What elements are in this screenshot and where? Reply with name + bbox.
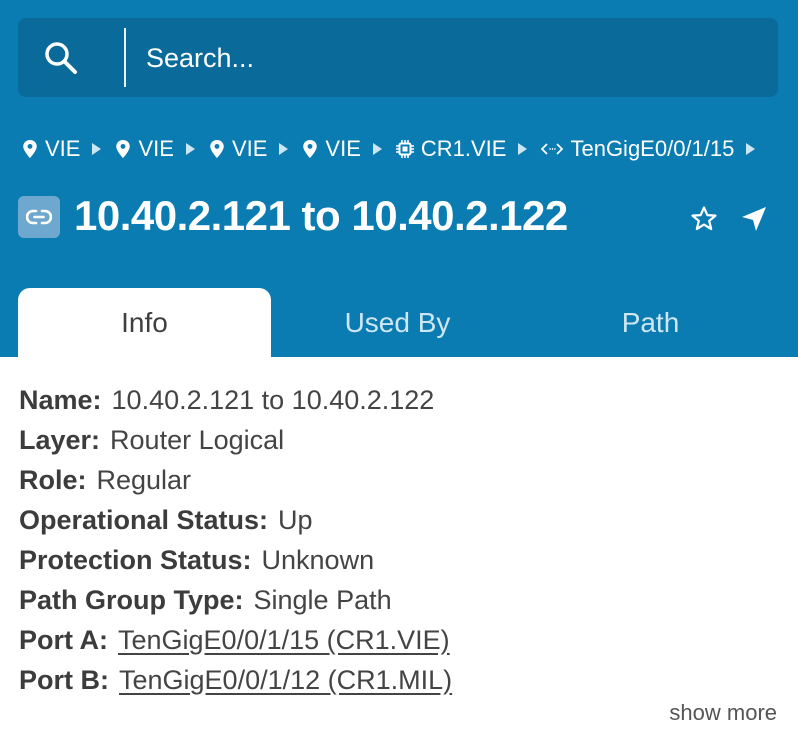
info-row-port-a: Port A: TenGigE0/0/1/15 (CR1.VIE) <box>19 620 779 660</box>
header-panel: VIE VIE VIE VIE CR1.VIE <box>0 0 798 357</box>
info-value: 10.40.2.121 to 10.40.2.122 <box>111 385 435 415</box>
info-label: Operational Status: <box>19 505 269 535</box>
info-label: Path Group Type: <box>19 585 244 615</box>
breadcrumb-label: CR1.VIE <box>420 136 507 161</box>
breadcrumb-label: VIE <box>325 136 361 161</box>
breadcrumb-item-site-2[interactable]: VIE <box>115 136 174 162</box>
breadcrumb: VIE VIE VIE VIE CR1.VIE TenGigE0/0/1/15 <box>22 134 769 164</box>
info-value: Single Path <box>253 585 392 615</box>
breadcrumb-item-port[interactable]: TenGigE0/0/1/15 <box>541 136 734 162</box>
search-input[interactable] <box>146 40 746 76</box>
link-icon <box>18 196 60 238</box>
tab-info[interactable]: Info <box>18 288 271 357</box>
search-icon[interactable] <box>44 41 78 75</box>
info-label: Port A: <box>19 625 108 655</box>
breadcrumb-label: VIE <box>231 136 268 161</box>
location-pin-icon <box>116 140 131 158</box>
info-row-port-b: Port B: TenGigE0/0/1/12 (CR1.MIL) <box>19 660 779 700</box>
info-panel: Name: 10.40.2.121 to 10.40.2.122 Layer: Ro… <box>19 380 779 700</box>
breadcrumb-item-site-1[interactable]: VIE <box>22 136 80 162</box>
chip-icon <box>395 140 414 158</box>
info-value: Regular <box>96 465 192 495</box>
tab-used-by[interactable]: Used By <box>271 288 524 357</box>
breadcrumb-label: VIE <box>45 136 81 161</box>
caret-right-icon <box>372 143 382 155</box>
info-row-protection-status: Protection Status: Unknown <box>19 540 779 580</box>
info-value: Unknown <box>261 545 375 575</box>
breadcrumb-item-device[interactable]: CR1.VIE <box>395 136 507 162</box>
info-row-operational-status: Operational Status: Up <box>19 500 779 540</box>
info-row-role: Role: Regular <box>19 460 779 500</box>
breadcrumb-item-site-4[interactable]: VIE <box>302 136 361 162</box>
caret-right-icon <box>518 143 528 155</box>
location-pin-icon <box>303 140 318 158</box>
location-pin-icon <box>23 140 37 158</box>
show-more-link[interactable]: show more <box>669 700 777 726</box>
page-title: 10.40.2.121 to 10.40.2.122 <box>74 192 568 239</box>
info-row-path-group-type: Path Group Type: Single Path <box>19 580 779 620</box>
info-value: Up <box>278 505 313 535</box>
info-value: Router Logical <box>110 425 285 455</box>
breadcrumb-label: VIE <box>138 136 174 161</box>
breadcrumb-label: TenGigE0/0/1/15 <box>570 136 735 161</box>
port-a-link[interactable]: TenGigE0/0/1/15 (CR1.VIE) <box>118 625 450 655</box>
info-row-name: Name: 10.40.2.121 to 10.40.2.122 <box>19 380 779 420</box>
info-label: Layer: <box>19 425 101 455</box>
info-label: Role: <box>19 465 87 495</box>
caret-right-icon <box>746 143 756 155</box>
caret-right-icon <box>185 143 195 155</box>
search-bar[interactable] <box>18 18 778 97</box>
info-row-layer: Layer: Router Logical <box>19 420 779 460</box>
breadcrumb-item-site-3[interactable]: VIE <box>209 136 267 162</box>
info-label: Name: <box>19 385 102 415</box>
tab-bar: Info Used By Path <box>18 288 778 357</box>
caret-right-icon <box>92 143 102 155</box>
info-label: Protection Status: <box>19 545 252 575</box>
tab-path[interactable]: Path <box>524 288 777 357</box>
location-pin-icon <box>210 140 224 158</box>
bidirectional-arrow-icon <box>541 143 564 155</box>
star-icon[interactable] <box>690 205 718 233</box>
title-row: 10.40.2.121 to 10.40.2.122 <box>18 192 778 248</box>
search-divider <box>124 28 126 87</box>
caret-right-icon <box>279 143 289 155</box>
port-b-link[interactable]: TenGigE0/0/1/12 (CR1.MIL) <box>119 665 452 695</box>
navigate-arrow-icon[interactable] <box>740 205 768 233</box>
info-label: Port B: <box>19 665 109 695</box>
